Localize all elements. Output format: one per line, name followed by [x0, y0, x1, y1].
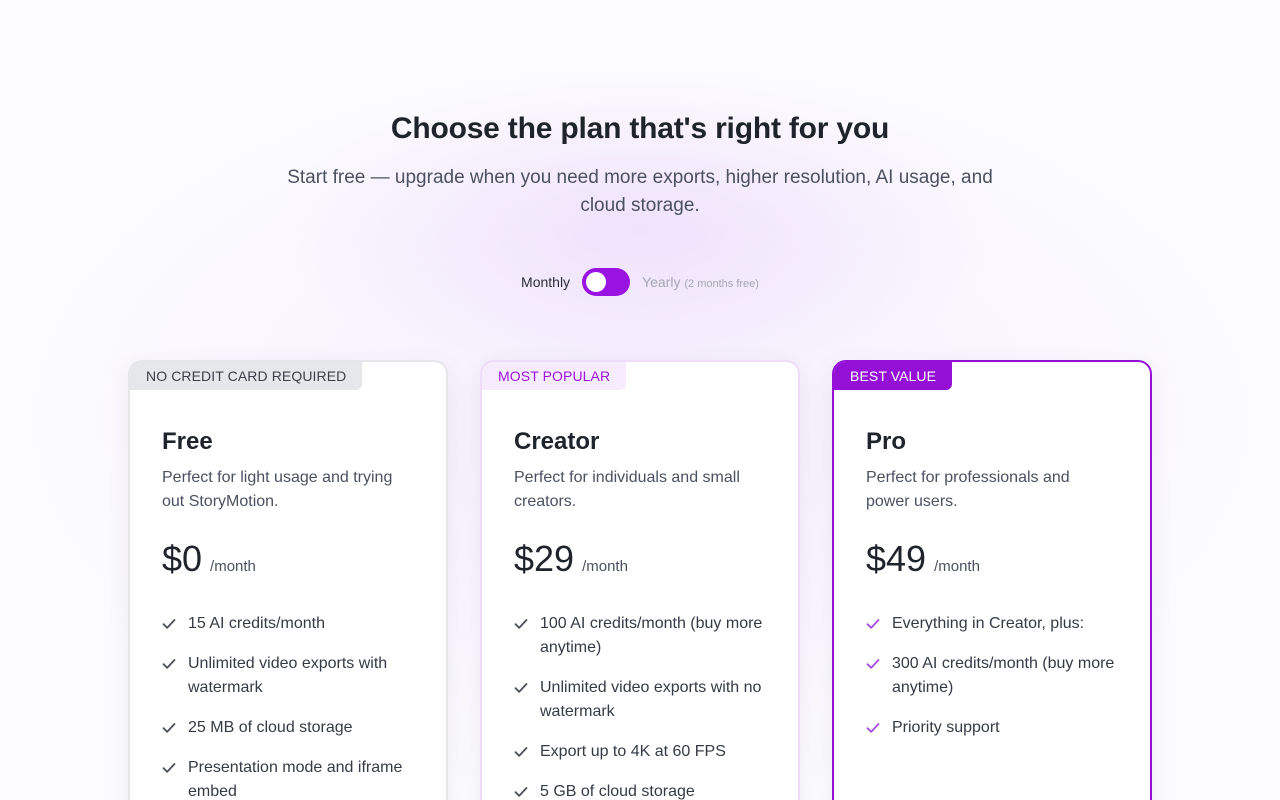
feature-item: 5 GB of cloud storage [514, 780, 774, 800]
feature-list: 100 AI credits/month (buy more anytime) … [514, 612, 774, 800]
plan-card-pro: BEST VALUE Pro Perfect for professionals… [832, 360, 1152, 800]
plan-period: /month [582, 558, 628, 575]
feature-text: 300 AI credits/month (buy more anytime) [892, 655, 1115, 696]
check-icon [162, 763, 176, 773]
feature-text: Export up to 4K at 60 FPS [540, 743, 726, 760]
plan-card-creator: MOST POPULAR Creator Perfect for individ… [480, 360, 800, 800]
yearly-label[interactable]: Yearly (2 months free) [642, 274, 759, 290]
feature-text: Priority support [892, 719, 1000, 736]
plan-period: /month [210, 558, 256, 575]
check-icon [514, 619, 528, 629]
plan-price: $29 [514, 538, 575, 579]
check-icon [866, 723, 880, 733]
plan-price: $0 [162, 538, 203, 579]
feature-item: Unlimited video exports with no watermar… [514, 676, 774, 724]
plan-description: Perfect for professionals and power user… [866, 469, 1070, 510]
plan-card-free: NO CREDIT CARD REQUIRED Free Perfect for… [128, 360, 448, 800]
feature-text: Everything in Creator, plus: [892, 615, 1085, 632]
feature-list: 15 AI credits/month Unlimited video expo… [162, 612, 422, 800]
check-icon [866, 619, 880, 629]
feature-item: 15 AI credits/month [162, 612, 422, 636]
page-subtitle: Start free — upgrade when you need more … [287, 167, 993, 216]
feature-item: 100 AI credits/month (buy more anytime) [514, 612, 774, 660]
plan-price: $49 [866, 538, 927, 579]
billing-period-switch[interactable] [582, 268, 631, 296]
plan-period: /month [934, 558, 980, 575]
feature-item: Presentation mode and iframe embed [162, 756, 422, 800]
check-icon [866, 659, 880, 669]
feature-item: Unlimited video exports with watermark [162, 652, 422, 700]
yearly-discount-note: (2 months free) [684, 278, 759, 290]
plan-description: Perfect for individuals and small creato… [514, 469, 740, 510]
feature-text: Unlimited video exports with watermark [188, 655, 388, 696]
feature-item: Export up to 4K at 60 FPS [514, 740, 774, 764]
feature-item: Priority support [866, 716, 1126, 740]
billing-toggle-row: Monthly Yearly (2 months free) [0, 268, 1280, 296]
feature-text: Presentation mode and iframe embed [188, 759, 403, 800]
plan-price-row: $49 /month [866, 538, 980, 580]
plan-badge: NO CREDIT CARD REQUIRED [130, 362, 363, 390]
plan-price-row: $0 /month [162, 538, 256, 580]
check-icon [162, 659, 176, 669]
plan-name: Free [162, 428, 213, 455]
check-icon [162, 619, 176, 629]
check-icon [514, 747, 528, 757]
feature-text: 100 AI credits/month (buy more anytime) [540, 615, 763, 656]
feature-text: 25 MB of cloud storage [188, 719, 353, 736]
feature-item: Everything in Creator, plus: [866, 612, 1126, 636]
plan-description: Perfect for light usage and trying out S… [162, 469, 393, 510]
monthly-label[interactable]: Monthly [521, 274, 570, 290]
feature-item: 25 MB of cloud storage [162, 716, 422, 740]
feature-list: Everything in Creator, plus: 300 AI cred… [866, 612, 1126, 756]
feature-text: 5 GB of cloud storage [540, 783, 695, 800]
plan-name: Creator [514, 428, 600, 455]
page-title: Choose the plan that's right for you [390, 112, 890, 145]
check-icon [514, 787, 528, 797]
yearly-label-text: Yearly [642, 274, 681, 290]
plan-name: Pro [866, 428, 907, 455]
check-icon [514, 683, 528, 693]
plan-badge: BEST VALUE [834, 362, 953, 390]
feature-item: 300 AI credits/month (buy more anytime) [866, 652, 1126, 700]
check-icon [162, 723, 176, 733]
feature-text: Unlimited video exports with no watermar… [540, 679, 762, 720]
switch-knob [586, 272, 607, 292]
feature-text: 15 AI credits/month [188, 615, 325, 632]
plan-price-row: $29 /month [514, 538, 628, 580]
plan-badge: MOST POPULAR [482, 362, 627, 390]
